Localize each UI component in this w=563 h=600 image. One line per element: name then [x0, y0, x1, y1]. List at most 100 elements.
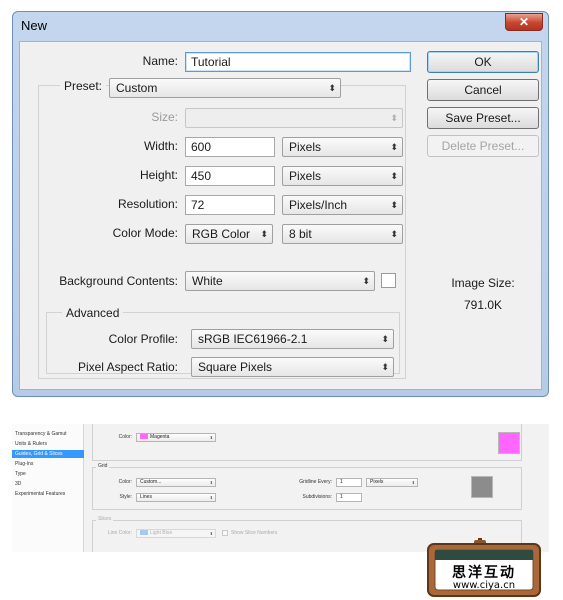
background-contents-label: Background Contents: — [59, 274, 178, 288]
sidebar-item-type[interactable]: Type — [12, 470, 84, 478]
sign-board-band — [435, 550, 533, 560]
delete-preset-button: Delete Preset... — [427, 135, 539, 157]
gridline-unit-value: Pixels — [370, 479, 384, 485]
size-select: ⬍ — [185, 108, 403, 128]
color-profile-value: sRGB IEC61966-2.1 — [198, 332, 308, 346]
width-input[interactable] — [185, 137, 275, 157]
grid-style-select[interactable]: Lines ⬍ — [136, 493, 216, 502]
gridline-every-label: Gridline Every: — [299, 479, 332, 485]
grid-style-value: Lines — [140, 494, 152, 500]
dialog-title: New — [21, 18, 48, 33]
height-label: Height: — [139, 168, 178, 182]
color-mode-select[interactable]: RGB Color ⬍ — [185, 224, 273, 244]
bit-depth-select[interactable]: 8 bit ⬍ — [282, 224, 403, 244]
grid-section — [92, 467, 522, 510]
chevron-updown-icon: ⬍ — [390, 142, 398, 152]
chevron-updown-icon: ⬍ — [209, 435, 213, 440]
sidebar-item-guides-grid-slices[interactable]: Guides, Grid & Slices — [12, 450, 84, 458]
ok-button[interactable]: OK — [427, 51, 539, 73]
preferences-main: Color: Magenta ⬍ Grid Color: Custom... ⬍… — [92, 424, 549, 552]
color-mode-value: RGB Color — [192, 227, 251, 241]
guides-color-label: Color: — [118, 434, 132, 440]
close-icon: ✕ — [518, 15, 530, 29]
subdivisions-input[interactable]: 1 — [336, 493, 362, 502]
background-color-swatch[interactable] — [381, 273, 396, 288]
background-contents-value: White — [192, 274, 223, 288]
resolution-input[interactable] — [185, 195, 275, 215]
chevron-updown-icon: ⬍ — [328, 83, 336, 93]
sidebar-item-3d[interactable]: 3D — [12, 480, 84, 488]
preferences-sidebar: Transparency & Gamut Units & Rulers Guid… — [12, 424, 84, 552]
size-label: Size: — [151, 110, 178, 124]
subdivisions-label: Subdivisions: — [302, 494, 332, 500]
resolution-unit-value: Pixels/Inch — [289, 198, 348, 212]
pixel-aspect-ratio-label: Pixel Aspect Ratio: — [77, 360, 178, 374]
name-input[interactable] — [185, 52, 411, 72]
magenta-swatch-icon — [140, 434, 148, 439]
preset-label: Preset: — [60, 79, 107, 93]
color-profile-label: Color Profile: — [108, 332, 178, 346]
chevron-updown-icon: ⬍ — [381, 362, 389, 372]
show-slice-numbers-checkbox — [222, 530, 228, 536]
chevron-updown-icon: ⬍ — [411, 480, 415, 485]
grid-color-swatch[interactable] — [471, 476, 493, 498]
new-document-dialog: New ✕ Name: Preset: Custom ⬍ Size: ⬍ Wid… — [12, 11, 549, 397]
chevron-updown-icon: ⬍ — [209, 495, 213, 500]
resolution-label: Resolution: — [117, 197, 178, 211]
gridline-unit-select[interactable]: Pixels ⬍ — [366, 478, 418, 487]
grid-legend: Grid — [96, 463, 110, 469]
save-preset-button[interactable]: Save Preset... — [427, 107, 539, 129]
background-contents-select[interactable]: White ⬍ — [185, 271, 375, 291]
grid-color-label: Color: — [118, 479, 132, 485]
grid-style-label: Style: — [119, 494, 132, 500]
guides-color-swatch[interactable] — [498, 432, 520, 454]
name-label: Name: — [142, 54, 178, 68]
slices-legend: Slices — [96, 516, 114, 522]
gridline-every-input[interactable]: 1 — [336, 478, 362, 487]
width-unit-value: Pixels — [289, 140, 322, 154]
image-size-value: 791.0K — [463, 298, 503, 312]
sidebar-item-plug-ins[interactable]: Plug-Ins — [12, 460, 84, 468]
chevron-updown-icon: ⬍ — [209, 480, 213, 485]
guides-color-value: Magenta — [150, 434, 170, 440]
pixel-aspect-ratio-value: Square Pixels — [198, 360, 273, 374]
width-label: Width: — [143, 139, 178, 153]
color-profile-select[interactable]: sRGB IEC61966-2.1 ⬍ — [191, 329, 394, 349]
guides-color-select[interactable]: Magenta ⬍ — [136, 433, 216, 442]
sidebar-item-units-rulers[interactable]: Units & Rulers — [12, 440, 84, 448]
sidebar-item-transparency[interactable]: Transparency & Gamut — [12, 430, 84, 438]
chevron-updown-icon: ⬍ — [362, 276, 370, 286]
chevron-updown-icon: ⬍ — [390, 113, 398, 123]
watermark-chinese: 思洋互动 — [452, 565, 516, 581]
sidebar-item-experimental[interactable]: Experimental Features — [12, 490, 84, 498]
chevron-updown-icon: ⬍ — [390, 229, 398, 239]
light-blue-swatch-icon — [140, 530, 148, 535]
preset-value: Custom — [116, 81, 158, 95]
preferences-panel: Transparency & Gamut Units & Rulers Guid… — [12, 424, 549, 552]
guides-section — [92, 424, 522, 461]
image-size-label: Image Size: — [451, 276, 515, 290]
chevron-updown-icon: ⬍ — [390, 171, 398, 181]
pixel-aspect-ratio-select[interactable]: Square Pixels ⬍ — [191, 357, 394, 377]
preset-select[interactable]: Custom ⬍ — [109, 78, 341, 98]
chevron-updown-icon: ⬍ — [381, 334, 389, 344]
chevron-updown-icon: ⬍ — [260, 229, 268, 239]
resolution-unit-select[interactable]: Pixels/Inch ⬍ — [282, 195, 403, 215]
dialog-client-area: Name: Preset: Custom ⬍ Size: ⬍ Width: Pi… — [19, 41, 542, 390]
slice-line-color-label: Line Color: — [107, 530, 132, 536]
show-slice-numbers-label: Show Slice Numbers — [231, 530, 278, 536]
close-button[interactable]: ✕ — [505, 13, 543, 31]
slice-line-color-select: Light Blue ⬍ — [136, 529, 216, 538]
height-unit-select[interactable]: Pixels ⬍ — [282, 166, 403, 186]
chevron-updown-icon: ⬍ — [390, 200, 398, 210]
color-mode-label: Color Mode: — [112, 226, 178, 240]
width-unit-select[interactable]: Pixels ⬍ — [282, 137, 403, 157]
chevron-updown-icon: ⬍ — [209, 531, 213, 536]
cancel-button[interactable]: Cancel — [427, 79, 539, 101]
height-input[interactable] — [185, 166, 275, 186]
grid-color-value: Custom... — [140, 479, 162, 485]
watermark-url: www.ciya.cn — [452, 580, 516, 591]
grid-color-select[interactable]: Custom... ⬍ — [136, 478, 216, 487]
advanced-legend: Advanced — [62, 306, 124, 320]
height-unit-value: Pixels — [289, 169, 322, 183]
